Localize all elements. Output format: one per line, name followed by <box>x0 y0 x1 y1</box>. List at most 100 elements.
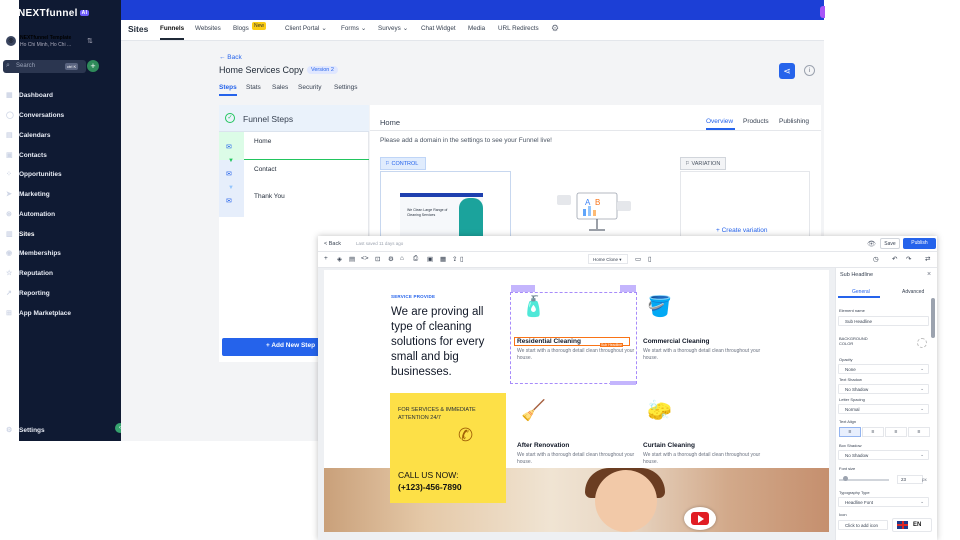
location-switch-icon[interactable]: ⇅ <box>87 37 93 45</box>
sidebar-item-conversations[interactable]: ◯ Conversations <box>6 107 98 123</box>
media-icon[interactable]: ⌂ <box>400 255 404 262</box>
font-size-slider-handle[interactable] <box>843 476 848 481</box>
publish-button[interactable]: Publish <box>903 238 936 249</box>
location-name[interactable]: NEXTfunnel Template <box>20 35 71 41</box>
quick-add-button[interactable]: + <box>87 60 99 72</box>
tab-advanced[interactable]: Advanced <box>902 289 924 295</box>
align-left-button[interactable]: ≡ <box>839 427 861 437</box>
page-select[interactable]: Home Clone ▾ <box>588 254 628 264</box>
page-icon[interactable]: ▤ <box>349 255 355 263</box>
mobile-view-icon[interactable]: ▯ <box>648 255 652 263</box>
builder-back-button[interactable]: < Back <box>324 241 341 247</box>
export-icon[interactable]: ⇪ <box>452 255 457 263</box>
service-description[interactable]: We start with a thorough detail clean th… <box>643 348 761 362</box>
sidebar-item-reporting[interactable]: ↗ Reporting <box>6 285 98 301</box>
box-shadow-select[interactable]: No Shadow ⌄ <box>838 450 929 460</box>
section-eyebrow[interactable]: SERVICE PROVIDE <box>391 294 435 299</box>
gear-icon[interactable]: ⚙ <box>551 23 559 34</box>
tab-surveys[interactable]: Surveys ⌄ <box>378 25 408 32</box>
tab-blogs[interactable]: Blogs <box>233 25 249 32</box>
service-description[interactable]: We start with a thorough detail clean th… <box>517 452 635 466</box>
font-size-input[interactable]: 23 <box>897 475 923 484</box>
sidebar-item-sites[interactable]: ▥ Sites <box>6 226 98 242</box>
preview-eye-icon[interactable]: 👁 <box>867 240 876 248</box>
box-icon[interactable]: ▣ <box>427 255 433 263</box>
sidebar-item-calendars[interactable]: ▤ Calendars <box>6 127 98 143</box>
version-badge[interactable]: Version 2 <box>307 66 338 74</box>
tab-chat-widget[interactable]: Chat Widget <box>421 25 456 32</box>
create-variation-button[interactable]: + Create variation <box>716 227 768 234</box>
redo-icon[interactable]: ↷ <box>906 255 911 263</box>
letter-spacing-select[interactable]: Normal ⌄ <box>838 404 929 414</box>
share-button[interactable]: ⋖ <box>779 63 795 79</box>
save-icon[interactable]: ⊡ <box>375 255 380 263</box>
align-center-button[interactable]: ≡ <box>862 427 884 437</box>
element-name-input[interactable]: Sub Headline <box>838 316 929 326</box>
align-right-button[interactable]: ≡ <box>885 427 907 437</box>
opacity-select[interactable]: None ⌄ <box>838 364 929 374</box>
sidebar-item-opportunities[interactable]: ⁘ Opportunities <box>6 166 98 182</box>
layers-icon[interactable]: ◈ <box>337 255 342 263</box>
undo-icon[interactable]: ↶ <box>892 255 897 263</box>
tab-funnels[interactable]: Funnels <box>160 25 184 32</box>
tab-websites[interactable]: Websites <box>195 25 221 32</box>
swap-icon[interactable]: ⇄ <box>925 255 930 263</box>
element-toolbar-tag[interactable] <box>610 381 636 385</box>
code-icon[interactable]: <> <box>361 255 369 262</box>
step-contact[interactable]: Contact <box>254 166 276 173</box>
service-title[interactable]: Commercial Cleaning <box>643 338 709 345</box>
close-icon[interactable]: × <box>927 271 931 278</box>
step-home[interactable]: Home <box>254 138 271 145</box>
print-icon[interactable]: ⎙ <box>413 255 418 263</box>
table-icon[interactable]: ▦ <box>440 255 446 263</box>
step-thank-you[interactable]: Thank You <box>254 193 285 200</box>
service-title[interactable]: Curtain Cleaning <box>643 442 695 449</box>
tab-sales[interactable]: Sales <box>272 84 288 91</box>
sidebar-item-reputation[interactable]: ☆ Reputation <box>6 265 98 281</box>
add-new-step-button[interactable]: + Add New Step <box>222 338 322 356</box>
phone-number[interactable]: (+123)-456-7890 <box>398 482 462 492</box>
icon-picker[interactable]: Click to add icon <box>838 520 888 530</box>
tab-forms[interactable]: Forms ⌄ <box>341 25 366 32</box>
section-headline[interactable]: We are proving all type of cleaning solu… <box>391 305 503 380</box>
tab-stats[interactable]: Stats <box>246 84 261 91</box>
location-avatar[interactable]: ◎ <box>6 36 16 46</box>
element-toolbar-tag[interactable] <box>511 285 535 292</box>
sidebar-item-dashboard[interactable]: ▦ Dashboard <box>6 87 98 103</box>
save-button[interactable]: Save <box>880 238 900 249</box>
tab-overview[interactable]: Overview <box>706 118 733 125</box>
history-icon[interactable]: ◷ <box>873 255 879 263</box>
info-icon[interactable]: i <box>804 65 815 76</box>
sidebar-item-settings[interactable]: ⚙ Settings <box>6 422 98 438</box>
sidebar-item-app-marketplace[interactable]: ⊞ App Marketplace <box>6 305 98 321</box>
tab-media[interactable]: Media <box>468 25 485 32</box>
typography-select[interactable]: Headline Font ⌄ <box>838 497 929 507</box>
add-icon[interactable]: + <box>324 255 328 262</box>
sidebar-item-memberships[interactable]: ◉ Memberships <box>6 245 98 261</box>
tab-security[interactable]: Security <box>298 84 321 91</box>
element-toolbar-tag[interactable] <box>620 285 636 292</box>
settings-scrollbar[interactable] <box>931 298 935 338</box>
tab-url-redirects[interactable]: URL Redirects <box>498 25 539 32</box>
tab-products[interactable]: Products <box>743 118 769 125</box>
call-label[interactable]: CALL US NOW: <box>398 469 458 482</box>
tab-settings[interactable]: Settings <box>334 84 358 91</box>
sidebar-item-contacts[interactable]: ▣ Contacts <box>6 147 98 163</box>
cta-title[interactable]: FOR SERVICES & IMMEDIATE ATTENTION 24/7 <box>398 406 503 422</box>
settings-icon[interactable]: ⚙ <box>388 255 394 263</box>
color-picker[interactable] <box>917 338 927 348</box>
tab-general[interactable]: General <box>852 289 870 295</box>
align-justify-button[interactable]: ≡ <box>908 427 930 437</box>
service-description[interactable]: We start with a thorough detail clean th… <box>517 348 635 362</box>
service-title[interactable]: After Renovation <box>517 442 569 449</box>
sidebar-item-automation[interactable]: ⊛ Automation <box>6 206 98 222</box>
text-shadow-select[interactable]: No Shadow ⌄ <box>838 384 929 394</box>
tab-publishing[interactable]: Publishing <box>779 118 809 125</box>
panel-icon[interactable]: ▯ <box>460 255 464 263</box>
desktop-view-icon[interactable]: ▭ <box>635 255 641 263</box>
back-link[interactable]: ← Back <box>219 54 242 61</box>
tab-client-portal[interactable]: Client Portal ⌄ <box>285 25 327 32</box>
service-description[interactable]: We start with a thorough detail clean th… <box>643 452 761 466</box>
tab-steps[interactable]: Steps <box>219 84 237 91</box>
sidebar-item-marketing[interactable]: ➤ Marketing <box>6 186 98 202</box>
